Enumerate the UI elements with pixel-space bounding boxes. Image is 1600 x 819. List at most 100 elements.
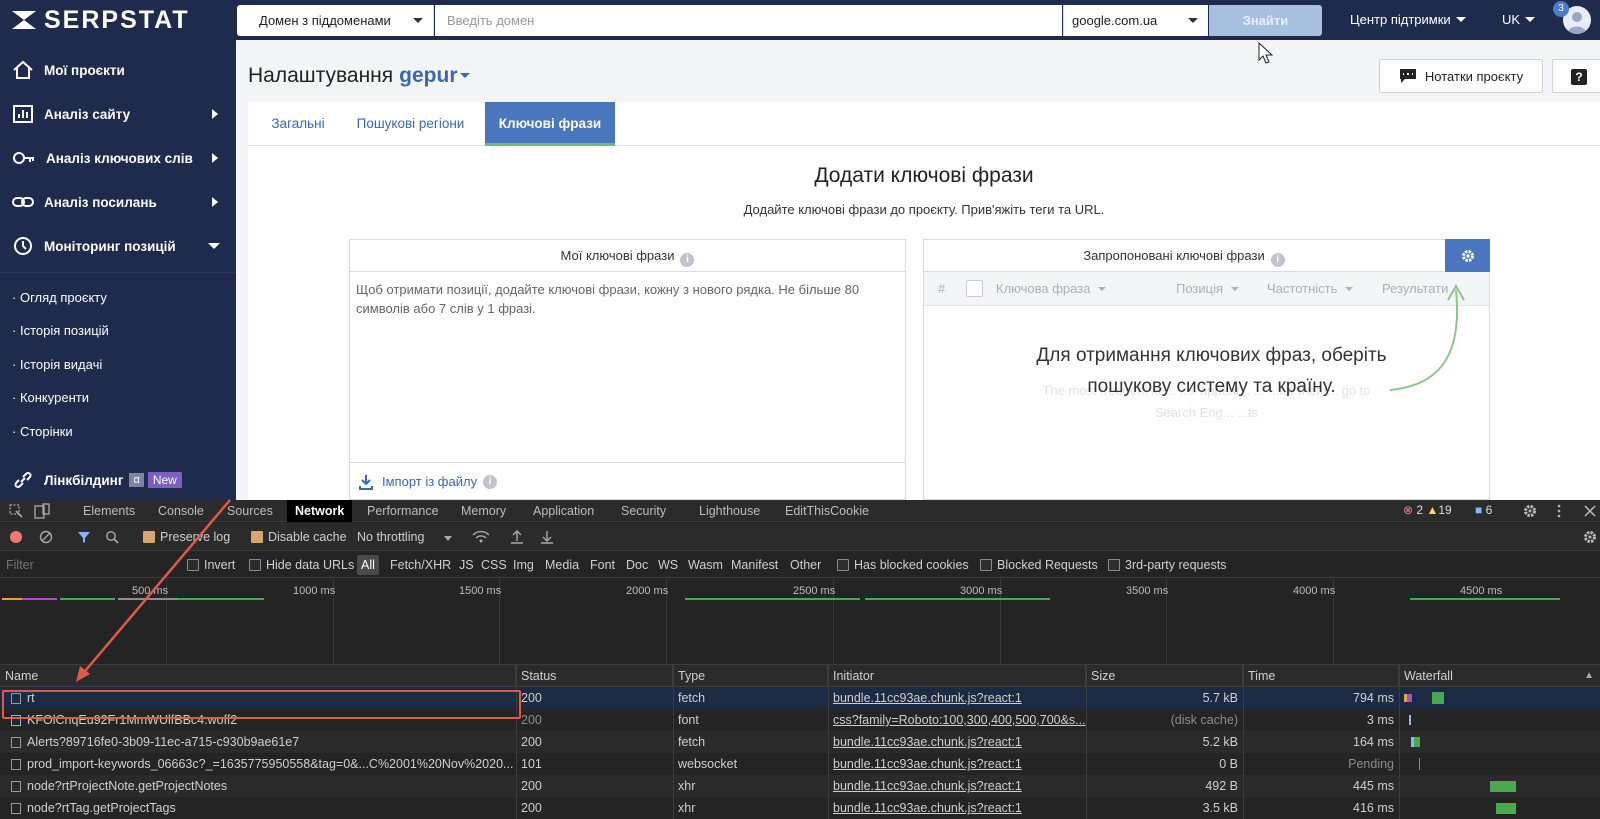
export-har-icon[interactable] (540, 529, 554, 544)
device-toolbar-icon[interactable] (34, 503, 50, 519)
info-icon[interactable]: i (483, 474, 498, 489)
request-initiator-link[interactable]: bundle.11cc93ae.chunk.js?react:1 (828, 687, 1086, 709)
filter-type-media[interactable]: Media (545, 558, 579, 572)
invert-checkbox[interactable]: Invert (187, 558, 235, 572)
filter-type-doc[interactable]: Doc (626, 558, 648, 572)
request-size: 0 B (1219, 757, 1238, 771)
tab-keywords[interactable]: Ключові фрази (485, 102, 615, 146)
devtools-tab-network[interactable]: Network (287, 500, 353, 522)
filter-type-css[interactable]: CSS (481, 558, 507, 572)
devtools-tab-memory[interactable]: Memory (461, 500, 506, 522)
sidebar-item-keyword-analysis[interactable]: Аналіз ключових слів (0, 136, 236, 180)
request-initiator-link[interactable]: css?family=Roboto:100,300,400,500,700&s.… (828, 709, 1086, 731)
third-party-requests-checkbox[interactable]: 3rd-party requests (1108, 558, 1226, 572)
devtools-tab-elements[interactable]: Elements (83, 500, 135, 522)
sidebar-subitem-pages[interactable]: · Сторінки (12, 424, 73, 439)
column-header-size[interactable]: Size (1086, 665, 1243, 687)
disable-cache-checkbox[interactable]: Disable cache (251, 530, 347, 544)
devtools-tab-security[interactable]: Security (621, 500, 666, 522)
tab-general[interactable]: Загальні (248, 102, 348, 146)
network-conditions-icon[interactable] (472, 530, 490, 544)
import-from-file-link[interactable]: Імпорт із файлу i (350, 462, 905, 500)
more-options-icon[interactable] (1556, 504, 1562, 518)
record-icon[interactable] (10, 531, 22, 543)
sidebar-subitem-competitors[interactable]: · Конкуренти (12, 390, 89, 405)
request-initiator-link[interactable]: bundle.11cc93ae.chunk.js?react:1 (828, 753, 1086, 775)
devtools-tab-console[interactable]: Console (158, 500, 204, 522)
table-row[interactable]: Alerts?89716fe0-3b09-11ec-a715-c930b9ae6… (0, 731, 1600, 753)
issues-counter[interactable]: ⊗ 2 ▲19 (1403, 503, 1452, 519)
column-header-status[interactable]: Status (516, 665, 673, 687)
devtools-tab-application[interactable]: Application (533, 500, 594, 522)
sidebar-subitem-serp-history[interactable]: · Історія видачі (12, 357, 102, 372)
import-har-icon[interactable] (510, 529, 524, 544)
sidebar-item-linkbuilding[interactable]: Лінкбілдинг α New (0, 458, 236, 502)
sidebar-subitem-project-overview[interactable]: · Огляд проєкту (12, 290, 107, 305)
info-icon[interactable]: i (1270, 253, 1285, 267)
inspect-element-icon[interactable] (9, 504, 23, 518)
table-row[interactable]: prod_import-keywords_06663c?_=1635775950… (0, 753, 1600, 775)
keywords-textarea[interactable] (350, 272, 905, 462)
close-icon[interactable] (1584, 505, 1596, 517)
throttling-select[interactable]: No throttling (357, 530, 452, 544)
search-icon[interactable] (105, 530, 119, 544)
request-initiator-link[interactable]: bundle.11cc93ae.chunk.js?react:1 (828, 731, 1086, 753)
devtools-tab-sources[interactable]: Sources (227, 500, 273, 522)
help-button[interactable]: ? (1552, 59, 1600, 93)
devtools-tab-editthiscookie[interactable]: EditThisCookie (785, 500, 869, 522)
notification-badge[interactable]: 3 (1553, 1, 1569, 17)
project-notes-button[interactable]: Нотатки проєкту (1379, 59, 1543, 93)
filter-icon[interactable] (77, 530, 91, 544)
preserve-log-checkbox[interactable]: Preserve log (143, 530, 230, 544)
sidebar-item-my-projects[interactable]: Мої проєкти (0, 48, 236, 92)
request-initiator-link[interactable]: bundle.11cc93ae.chunk.js?react:1 (828, 797, 1086, 819)
filter-type-js[interactable]: JS (459, 558, 474, 572)
network-overview-timeline[interactable]: 500 ms 1000 ms 1500 ms 2000 ms 2500 ms 3… (0, 579, 1600, 665)
devtools-tab-performance[interactable]: Performance (367, 500, 439, 522)
filter-type-wasm[interactable]: Wasm (688, 558, 723, 572)
table-row[interactable]: node?rtTag.getProjectTags 200 xhr bundle… (0, 797, 1600, 819)
filter-type-other[interactable]: Other (790, 558, 821, 572)
filter-type-ws[interactable]: WS (658, 558, 678, 572)
filter-type-manifest[interactable]: Manifest (731, 558, 778, 572)
filter-type-font[interactable]: Font (590, 558, 615, 572)
filter-type-fetch-xhr[interactable]: Fetch/XHR (390, 558, 451, 572)
column-header-type[interactable]: Type (673, 665, 828, 687)
select-all-checkbox[interactable] (966, 280, 983, 297)
search-engine-select[interactable]: google.com.ua (1063, 5, 1208, 36)
settings-gear-icon[interactable] (1523, 504, 1537, 518)
sidebar-item-site-analysis[interactable]: Аналіз сайту (0, 92, 236, 136)
filter-type-img[interactable]: Img (513, 558, 534, 572)
find-button[interactable]: Знайти (1209, 5, 1322, 36)
column-header-waterfall[interactable]: Waterfall ▲ (1399, 665, 1600, 687)
request-initiator-link[interactable]: bundle.11cc93ae.chunk.js?react:1 (828, 775, 1086, 797)
devtools-tab-lighthouse[interactable]: Lighthouse (699, 500, 760, 522)
column-header-time[interactable]: Time (1243, 665, 1399, 687)
messages-counter[interactable]: ■ 6 (1475, 503, 1492, 517)
network-settings-gear-icon[interactable] (1583, 530, 1597, 544)
sidebar-item-backlink-analysis[interactable]: Аналіз посилань (0, 180, 236, 224)
has-blocked-cookies-checkbox[interactable]: Has blocked cookies (837, 558, 969, 572)
clear-icon[interactable] (39, 530, 53, 544)
column-header-position[interactable]: Позиція (1176, 281, 1240, 296)
network-filter-input[interactable] (0, 553, 178, 576)
column-header-initiator[interactable]: Initiator (828, 665, 1086, 687)
scope-select[interactable]: Домен з піддоменами (237, 5, 434, 36)
blocked-requests-checkbox[interactable]: Blocked Requests (980, 558, 1098, 572)
support-center-menu[interactable]: Центр підтримки (1350, 12, 1466, 27)
sidebar-item-rank-tracker[interactable]: Моніторинг позицій (0, 224, 236, 268)
filter-type-all[interactable]: All (357, 555, 379, 575)
suggested-settings-button[interactable] (1445, 239, 1490, 272)
tab-search-regions[interactable]: Пошукові регіони (348, 102, 473, 146)
project-selector[interactable]: gepur (399, 64, 470, 87)
domain-search-input[interactable] (435, 5, 1062, 36)
serpstat-logo[interactable]: SERPSTAT (10, 6, 190, 34)
hide-data-urls-checkbox[interactable]: Hide data URLs (249, 558, 354, 572)
language-menu[interactable]: UK (1502, 12, 1536, 27)
column-header-keyword[interactable]: Ключова фраза (996, 281, 1107, 296)
column-header-frequency[interactable]: Частотність (1267, 281, 1354, 296)
info-icon[interactable]: i (680, 253, 695, 267)
column-header-name[interactable]: Name (0, 665, 516, 687)
table-row[interactable]: node?rtProjectNote.getProjectNotes 200 x… (0, 775, 1600, 797)
sidebar-subitem-position-history[interactable]: · Історія позицій (12, 323, 109, 338)
